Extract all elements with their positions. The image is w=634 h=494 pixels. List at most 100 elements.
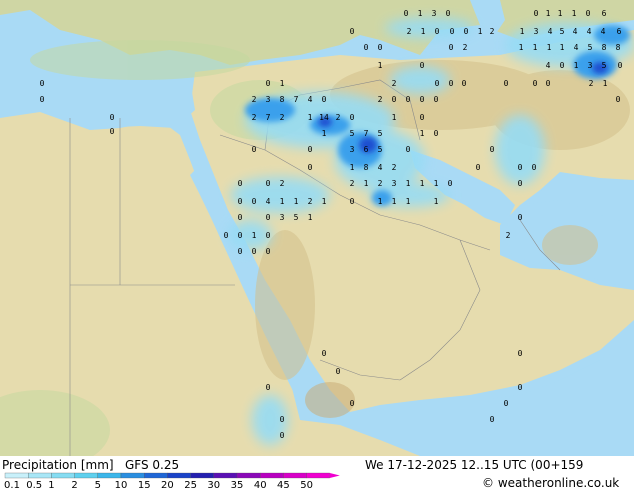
- legend-swatch: [97, 472, 122, 479]
- precip-value-label: 5: [378, 129, 383, 138]
- map-footer: Precipitation [mm] GFS 0.25 We 17-12-202…: [0, 456, 634, 491]
- precip-value-label: 0: [252, 145, 257, 154]
- precip-area-iran-west: [390, 66, 450, 94]
- precip-value-label: 0: [586, 9, 591, 18]
- precip-value-label: 0: [308, 163, 313, 172]
- precip-value-label: 0: [420, 95, 425, 104]
- precip-value-label: 1: [546, 9, 551, 18]
- precip-value-label: 0: [504, 79, 509, 88]
- precip-value-label: 0: [322, 95, 327, 104]
- precip-value-label: 2: [350, 179, 355, 188]
- legend-label: 1: [48, 480, 54, 490]
- precip-medium-iran-top: [594, 25, 630, 45]
- precip-value-label: 0: [420, 113, 425, 122]
- precip-value-label: 2: [506, 231, 511, 240]
- legend-swatch: [283, 472, 307, 479]
- precip-value-label: 2: [378, 95, 383, 104]
- precip-value-label: 0: [280, 415, 285, 424]
- precip-value-label: 14: [319, 113, 329, 122]
- precip-value-label: 0: [308, 145, 313, 154]
- legend-label: 30: [207, 480, 220, 490]
- precip-value-label: 0: [406, 95, 411, 104]
- precip-value-label: 2: [280, 179, 285, 188]
- legend-swatch: [4, 472, 29, 479]
- legend-label: 15: [138, 480, 151, 490]
- precip-value-label: 0: [449, 43, 454, 52]
- precip-value-label: 2: [252, 95, 257, 104]
- precip-value-label: 8: [364, 163, 369, 172]
- precip-value-label: 1: [350, 163, 355, 172]
- precip-medium-basra: [338, 132, 382, 168]
- precip-value-label: 2: [392, 163, 397, 172]
- precip-value-label: 1: [280, 79, 285, 88]
- precip-value-label: 0: [266, 383, 271, 392]
- precip-value-label: 0: [490, 145, 495, 154]
- legend-swatch: [51, 472, 75, 479]
- legend-swatch: [260, 472, 284, 479]
- precip-value-label: 0: [532, 163, 537, 172]
- precip-value-label: 0: [392, 95, 397, 104]
- precip-value-label: 1: [572, 9, 577, 18]
- precip-value-label: 1: [520, 27, 525, 36]
- precip-value-label: 0: [446, 9, 451, 18]
- legend-label: 40: [254, 480, 267, 490]
- precip-value-label: 2: [252, 113, 257, 122]
- precip-value-label: 2: [336, 113, 341, 122]
- precip-value-label: 1: [364, 179, 369, 188]
- precip-value-label: 0: [378, 43, 383, 52]
- legend-swatch: [120, 472, 145, 479]
- legend-label: 25: [184, 480, 197, 490]
- legend-label: 50: [300, 480, 313, 490]
- precip-value-label: 6: [617, 27, 622, 36]
- precip-value-label: 4: [574, 43, 579, 52]
- precip-value-label: 0: [266, 231, 271, 240]
- precip-value-label: 4: [308, 95, 313, 104]
- legend-swatch: [167, 472, 191, 479]
- precip-value-label: 1: [322, 129, 327, 138]
- site-credit[interactable]: © weatheronline.co.uk: [482, 476, 619, 490]
- precip-value-label: 3: [280, 213, 285, 222]
- legend-swatch: [306, 472, 330, 479]
- precip-value-label: 2: [407, 27, 412, 36]
- precip-value-label: 1: [378, 197, 383, 206]
- precip-value-label: 1: [434, 179, 439, 188]
- precip-value-label: 1: [434, 197, 439, 206]
- precip-value-label: 0: [618, 61, 623, 70]
- precip-value-label: 1: [603, 79, 608, 88]
- precip-value-label: 0: [546, 79, 551, 88]
- precip-value-label: 4: [548, 27, 553, 36]
- legend-label: 10: [115, 480, 128, 490]
- precip-value-label: 6: [364, 145, 369, 154]
- precipitation-map: 0 1 3 0 0 1 1 1 0 62 1 0 0 0 1 2 1 3 4 5 4 4 4 600 0 0 2 1 1 1 1 4 5 8 81 0…: [0, 0, 634, 456]
- precip-value-label: 0: [490, 415, 495, 424]
- precip-value-label: 1: [308, 113, 313, 122]
- precip-value-label: 2: [490, 27, 495, 36]
- legend-swatch: [236, 472, 261, 479]
- precip-value-label: 5: [602, 61, 607, 70]
- legend-label: 2: [71, 480, 77, 490]
- precip-value-label: 1: [392, 113, 397, 122]
- model-name: GFS 0.25: [125, 458, 179, 472]
- precip-value-label: 0: [616, 95, 621, 104]
- legend-swatch: [144, 472, 168, 479]
- precip-value-label: 0: [448, 179, 453, 188]
- precip-value-label: 0: [238, 247, 243, 256]
- precip-value-label: 4: [587, 27, 592, 36]
- precip-value-label: 0: [518, 349, 523, 358]
- precip-value-label: 4: [378, 163, 383, 172]
- precip-value-label: 3: [534, 27, 539, 36]
- legend-label: 45: [277, 480, 290, 490]
- valid-time: We 17-12-2025 12..15 UTC (00+159: [365, 458, 583, 472]
- precip-value-label: 0: [238, 231, 243, 240]
- precip-value-label: 0: [266, 213, 271, 222]
- precip-value-label: 0: [110, 113, 115, 122]
- precip-value-label: 7: [364, 129, 369, 138]
- precip-value-label: 1: [406, 197, 411, 206]
- precip-value-label: 1: [420, 179, 425, 188]
- precip-value-label: 0: [518, 179, 523, 188]
- precip-value-label: 1: [574, 61, 579, 70]
- precip-value-label: 1: [294, 197, 299, 206]
- precip-value-label: 0: [435, 27, 440, 36]
- precip-value-label: 0: [40, 95, 45, 104]
- legend-label: 5: [95, 480, 101, 490]
